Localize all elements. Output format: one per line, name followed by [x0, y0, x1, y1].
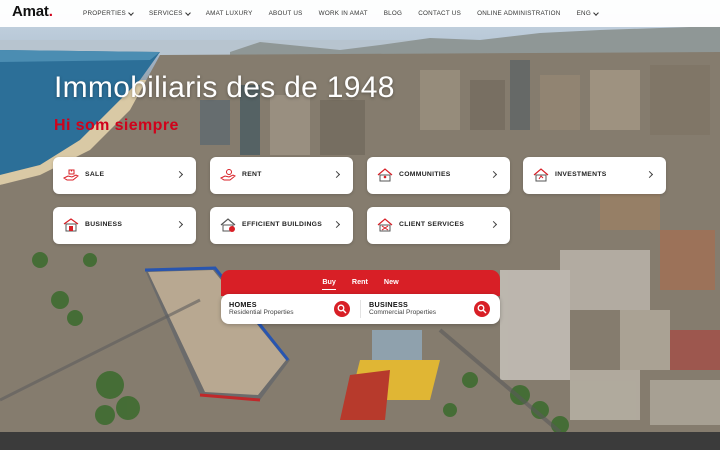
- client-services-house-icon: [377, 218, 393, 232]
- hero-subtitle: Hi som siempre: [54, 117, 179, 134]
- main-menu: PROPERTIES SERVICES AMAT LUXURY ABOUT US…: [83, 0, 614, 27]
- nav-item-label: ONLINE ADMINISTRATION: [477, 10, 561, 17]
- option-title: HOMES: [229, 300, 257, 309]
- chevron-right-icon: [489, 170, 498, 179]
- chevron-down-icon: [184, 9, 191, 16]
- tab-new[interactable]: New: [384, 277, 399, 290]
- option-subtitle: Commercial Properties: [369, 309, 437, 316]
- sale-hand-icon: [63, 169, 79, 181]
- card-business[interactable]: BUSINESS: [53, 207, 196, 244]
- tab-buy[interactable]: Buy: [322, 277, 336, 290]
- chevron-right-icon: [332, 220, 341, 229]
- chevron-right-icon: [175, 170, 184, 179]
- card-label: EFFICIENT BUILDINGS: [242, 221, 323, 228]
- chevron-down-icon: [128, 9, 134, 16]
- language-selector[interactable]: ENG: [576, 9, 599, 17]
- nav-item-label: BLOG: [383, 10, 403, 17]
- card-label: INVESTMENTS: [555, 171, 607, 178]
- card-label: RENT: [242, 171, 262, 178]
- card-label: BUSINESS: [85, 221, 123, 228]
- card-efficient-buildings[interactable]: EFFICIENT BUILDINGS: [210, 207, 353, 244]
- card-label: COMMUNITIES: [399, 171, 451, 178]
- nav-item-contact-us[interactable]: CONTACT US: [418, 10, 461, 17]
- card-communities[interactable]: COMMUNITIES: [367, 157, 510, 194]
- amat-logo[interactable]: Amat.: [12, 3, 53, 20]
- communities-house-icon: [377, 168, 393, 182]
- footer-strip: [0, 432, 720, 450]
- nav-item-about-us[interactable]: ABOUT US: [269, 10, 303, 17]
- search-icon: [477, 304, 487, 314]
- nav-item-label: ABOUT US: [268, 10, 303, 17]
- nav-item-amat-luxury[interactable]: AMAT LUXURY: [206, 10, 253, 17]
- search-tabs: Buy Rent New: [221, 277, 500, 290]
- search-icon: [337, 304, 347, 314]
- card-label: SALE: [85, 171, 105, 178]
- top-navigation-bar: Amat. PROPERTIES SERVICES AMAT LUXURY AB…: [0, 0, 720, 27]
- option-subtitle: Residential Properties: [229, 309, 294, 316]
- search-option-business[interactable]: BUSINESS Commercial Properties: [361, 294, 500, 324]
- option-title: BUSINESS: [369, 300, 409, 309]
- nav-item-work-in-amat[interactable]: WORK IN AMAT: [319, 10, 368, 17]
- nav-item-label: CONTACT US: [418, 10, 462, 17]
- nav-item-label: AMAT LUXURY: [205, 10, 253, 17]
- hero-title: Immobiliaris des de 1948: [54, 71, 395, 104]
- search-options-panel: HOMES Residential Properties BUSINESS Co…: [221, 294, 500, 324]
- search-business-button[interactable]: [474, 301, 490, 317]
- card-rent[interactable]: RENT: [210, 157, 353, 194]
- nav-item-label: PROPERTIES: [83, 10, 126, 17]
- business-storefront-icon: [63, 218, 79, 232]
- chevron-right-icon: [175, 220, 184, 229]
- tab-rent[interactable]: Rent: [352, 277, 368, 290]
- logo-text: Amat: [12, 3, 49, 20]
- search-option-homes[interactable]: HOMES Residential Properties: [221, 294, 360, 324]
- card-client-services[interactable]: CLIENT SERVICES: [367, 207, 510, 244]
- nav-item-label: WORK IN AMAT: [318, 10, 368, 17]
- chevron-down-icon: [593, 9, 599, 16]
- search-homes-button[interactable]: [334, 301, 350, 317]
- chevron-right-icon: [645, 170, 654, 179]
- chevron-right-icon: [489, 220, 498, 229]
- nav-item-online-administration[interactable]: ONLINE ADMINISTRATION: [477, 10, 561, 17]
- logo-dot: .: [48, 3, 53, 20]
- investments-house-icon: [533, 168, 549, 182]
- chevron-right-icon: [332, 170, 341, 179]
- nav-item-services[interactable]: SERVICES: [148, 9, 191, 17]
- language-label: ENG: [576, 10, 591, 17]
- nav-item-blog[interactable]: BLOG: [384, 10, 403, 17]
- nav-item-properties[interactable]: PROPERTIES: [83, 9, 134, 17]
- nav-item-label: SERVICES: [148, 10, 183, 17]
- card-investments[interactable]: INVESTMENTS: [523, 157, 666, 194]
- rent-hand-icon: [220, 169, 236, 181]
- efficient-house-icon: [220, 218, 236, 232]
- card-sale[interactable]: SALE: [53, 157, 196, 194]
- card-label: CLIENT SERVICES: [399, 221, 465, 228]
- property-search-widget: Buy Rent New HOMES Residential Propertie…: [221, 270, 500, 326]
